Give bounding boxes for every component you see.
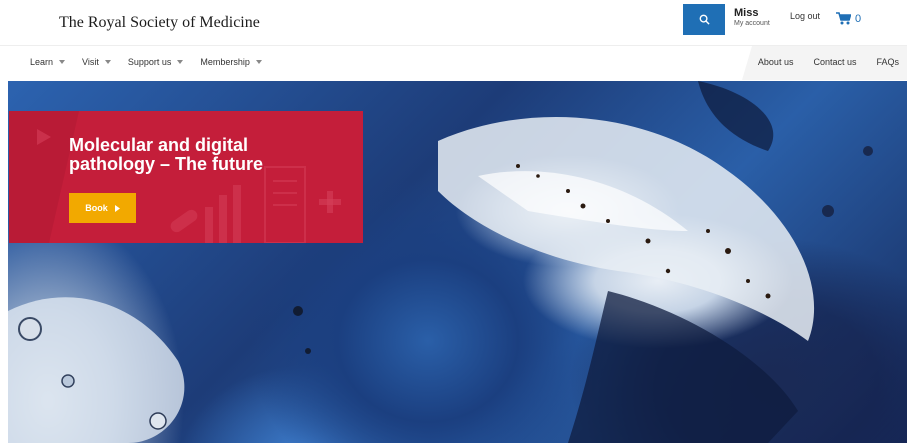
secondary-nav: About us Contact us FAQs (742, 46, 907, 80)
event-title[interactable]: Molecular and digital pathology – The fu… (69, 136, 329, 174)
main-nav: Learn Visit Support us Membership About … (0, 46, 907, 80)
nav-link-about-us[interactable]: About us (758, 57, 794, 67)
cart-count: 0 (855, 12, 862, 25)
account-sublabel: My account (734, 20, 770, 27)
nav-link-faqs[interactable]: FAQs (876, 57, 899, 67)
account-name: Miss (734, 7, 759, 19)
nav-item-label: Learn (30, 57, 54, 67)
nav-item-label: Membership (200, 57, 250, 67)
book-button[interactable]: Book (69, 193, 136, 223)
site-logo[interactable]: The Royal Society of Medicine (59, 14, 260, 32)
banner-decoration (9, 111, 363, 243)
caret-down-icon (255, 60, 262, 64)
nav-item-membership[interactable]: Membership (200, 57, 262, 67)
nav-item-label: Support us (127, 57, 172, 67)
nav-item-support-us[interactable]: Support us (128, 57, 184, 67)
chevron-right-icon (114, 204, 120, 212)
caret-down-icon (177, 60, 184, 64)
search-icon (699, 14, 710, 25)
book-button-label: Book (85, 203, 108, 213)
top-header: The Royal Society of Medicine Miss My ac… (0, 0, 907, 46)
cart-button[interactable]: 0 (836, 12, 861, 25)
nav-item-learn[interactable]: Learn (30, 57, 66, 67)
search-button[interactable] (683, 4, 725, 35)
nav-link-contact-us[interactable]: Contact us (813, 57, 856, 67)
nav-item-visit[interactable]: Visit (82, 57, 111, 67)
logout-link[interactable]: Log out (790, 11, 820, 21)
caret-down-icon (104, 60, 111, 64)
caret-down-icon (59, 60, 66, 64)
nav-item-label: Visit (82, 57, 99, 67)
cart-icon (836, 12, 851, 25)
my-account-link[interactable]: Miss My account (734, 7, 770, 28)
